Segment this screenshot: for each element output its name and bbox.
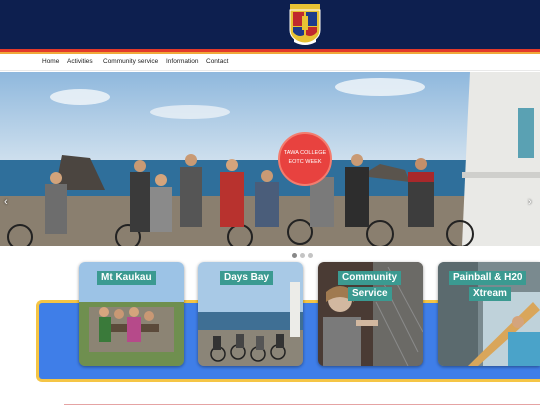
slider-next-arrow[interactable]: › (528, 196, 532, 208)
card-label-mt-kaukau: Mt Kaukau (97, 271, 156, 285)
nav-contact[interactable]: Contact (206, 58, 228, 65)
nav-information[interactable]: Information (166, 58, 199, 65)
nav-home[interactable]: Home (42, 58, 59, 65)
site-header (0, 0, 540, 49)
badge-line-1: TAWA COLLEGE (283, 150, 327, 156)
slider-prev-arrow[interactable]: ‹ (4, 196, 8, 208)
eotc-week-badge: TAWA COLLEGE EOTC WEEK (278, 132, 332, 186)
hero-slider[interactable]: TAWA COLLEGE EOTC WEEK (0, 72, 540, 246)
slider-dot-3[interactable] (308, 253, 313, 258)
badge-line-2: EOTC WEEK (288, 159, 322, 165)
card-painball-h20-xtream[interactable]: Painball & H20 Xtream (438, 262, 540, 366)
main-nav: Home Activities Community service Inform… (0, 54, 540, 70)
card-label-xtream: Xtream (469, 287, 511, 301)
card-label-painball: Painball & H20 (449, 271, 527, 285)
card-label-days-bay: Days Bay (220, 271, 274, 285)
card-days-bay[interactable]: Days Bay (198, 262, 303, 366)
hero-photo-cyclists (0, 72, 540, 246)
slider-dot-1[interactable] (292, 253, 297, 258)
slider-dot-2[interactable] (300, 253, 305, 258)
card-community-service[interactable]: Community Service (318, 262, 423, 366)
nav-activities[interactable]: Activities (67, 58, 93, 65)
nav-community-service[interactable]: Community service (103, 58, 158, 65)
nav-divider (0, 70, 540, 71)
college-crest-logo[interactable] (288, 2, 322, 46)
slider-dots (292, 245, 316, 263)
card-label-service: Service (348, 287, 392, 301)
card-mt-kaukau[interactable]: Mt Kaukau (79, 262, 184, 366)
card-label-community: Community (338, 271, 401, 285)
